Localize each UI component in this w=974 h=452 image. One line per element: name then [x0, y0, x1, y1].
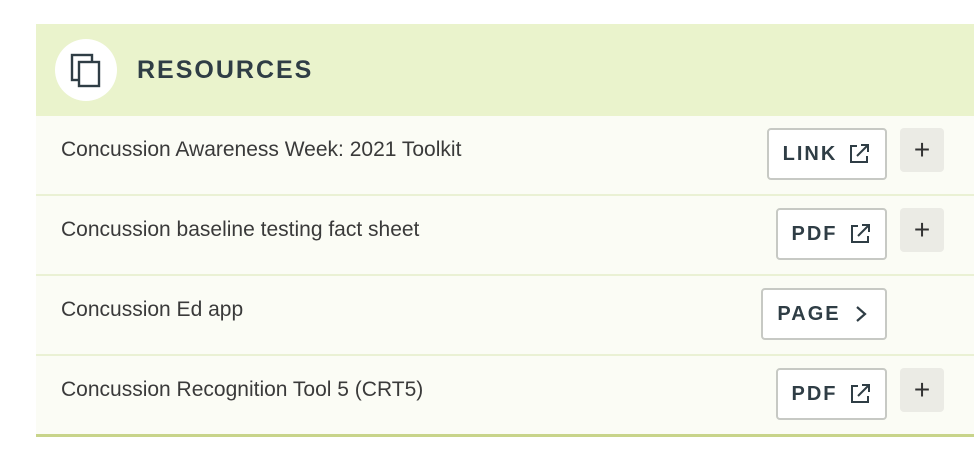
expand-button[interactable]: + — [900, 368, 944, 412]
resource-row: Concussion baseline testing fact sheet P… — [36, 196, 974, 276]
resources-header: RESOURCES — [36, 24, 974, 116]
resource-title: Concussion Awareness Week: 2021 Toolkit — [61, 138, 462, 161]
link-button[interactable]: LINK — [767, 128, 887, 180]
resource-row: Concussion Recognition Tool 5 (CRT5) PDF… — [36, 356, 974, 437]
badge-label: PAGE — [777, 302, 841, 325]
plus-icon: + — [913, 134, 931, 165]
plus-icon: + — [913, 374, 931, 405]
chevron-right-icon — [851, 303, 871, 325]
badge-label: PDF — [791, 222, 838, 245]
badge-label: PDF — [791, 382, 838, 405]
resource-title: Concussion Recognition Tool 5 (CRT5) — [61, 378, 424, 401]
page-button[interactable]: PAGE — [761, 288, 887, 340]
plus-icon: + — [913, 214, 931, 245]
section-title: RESOURCES — [137, 55, 314, 84]
resource-title: Concussion Ed app — [61, 298, 244, 321]
resource-row: Concussion Ed app PAGE — [36, 276, 974, 356]
external-link-icon — [847, 142, 871, 166]
external-link-icon — [848, 382, 872, 406]
external-link-icon — [848, 222, 872, 246]
expand-button[interactable]: + — [900, 208, 944, 252]
badge-label: LINK — [782, 142, 838, 165]
pdf-button[interactable]: PDF — [776, 208, 887, 260]
pdf-button[interactable]: PDF — [776, 368, 887, 420]
documents-icon — [55, 39, 117, 101]
resources-panel: RESOURCES Concussion Awareness Week: 202… — [36, 24, 974, 437]
resource-title: Concussion baseline testing fact sheet — [61, 218, 420, 241]
expand-button[interactable]: + — [900, 128, 944, 172]
resource-row: Concussion Awareness Week: 2021 Toolkit … — [36, 116, 974, 196]
